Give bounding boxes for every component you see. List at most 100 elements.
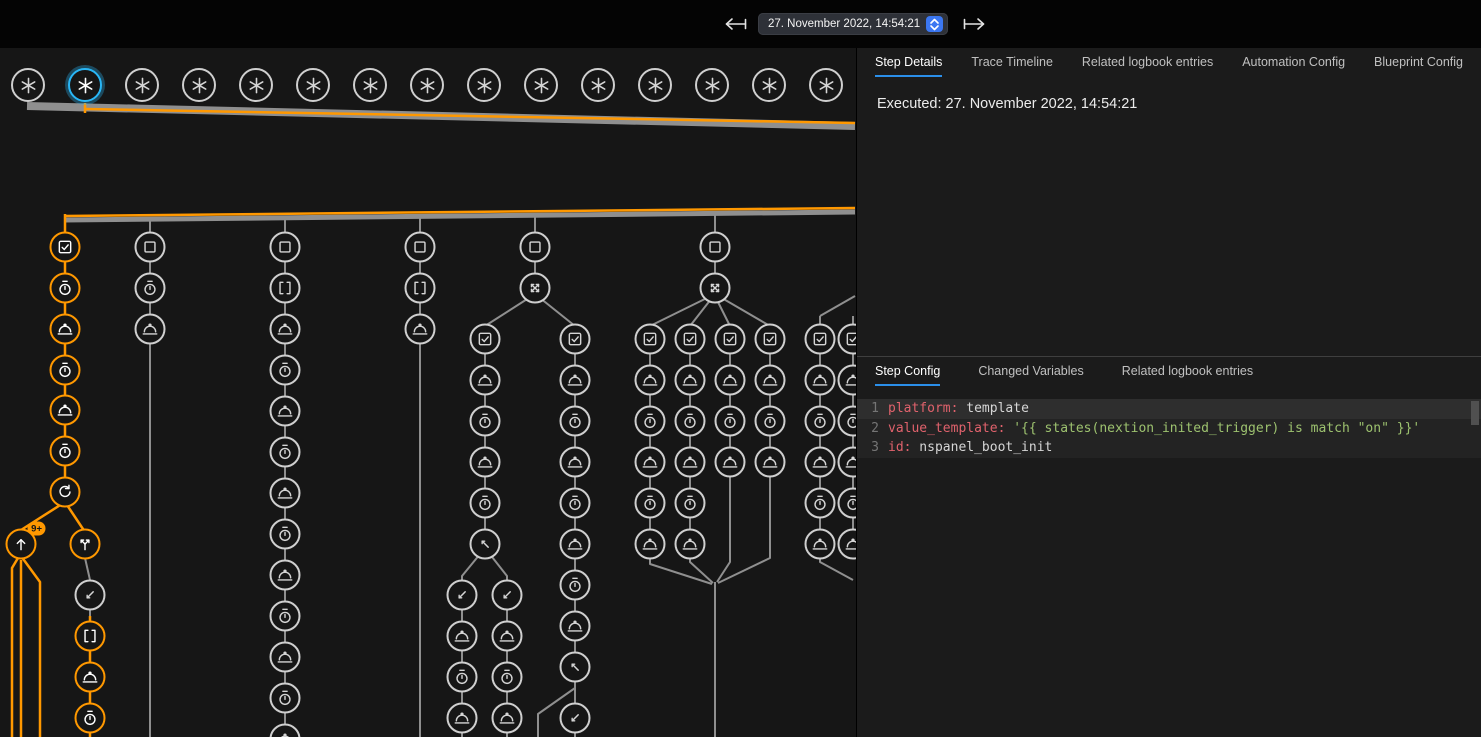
trigger-asterisk-node[interactable] [68,68,102,102]
service-node[interactable] [560,611,591,642]
checkbox-node[interactable] [805,324,836,355]
parallel-node[interactable] [520,273,551,304]
brackets-node[interactable] [75,621,106,652]
tab-trace-timeline[interactable]: Trace Timeline [971,48,1053,77]
square-node[interactable] [700,232,731,263]
service-node[interactable] [470,447,501,478]
service-node[interactable] [715,447,746,478]
arrow-ul-node[interactable] [560,652,591,683]
trigger-asterisk-node[interactable] [239,68,273,102]
timer-node[interactable] [270,437,301,468]
service-node[interactable] [560,447,591,478]
scrollbar-thumb[interactable] [1471,401,1479,425]
timer-node[interactable] [470,488,501,519]
timer-node[interactable] [635,406,666,437]
call-split-node[interactable] [70,529,101,560]
service-node[interactable] [270,560,301,591]
service-node[interactable] [560,529,591,560]
trigger-asterisk-node[interactable] [695,68,729,102]
arrow-dl-node[interactable] [75,580,106,611]
trigger-asterisk-node[interactable] [581,68,615,102]
arrow-dl-node[interactable] [560,703,591,734]
timer-node[interactable] [755,406,786,437]
service-node[interactable] [447,621,478,652]
service-node[interactable] [50,395,81,426]
run-selector[interactable]: 27. November 2022, 14:54:21 [758,13,948,35]
refresh-node[interactable] [50,477,81,508]
tab-blueprint-config[interactable]: Blueprint Config [1374,48,1463,77]
service-node[interactable] [635,447,666,478]
service-node[interactable] [75,662,106,693]
timer-node[interactable] [447,662,478,693]
timer-node[interactable] [50,436,81,467]
square-node[interactable] [270,232,301,263]
service-node[interactable] [492,703,523,734]
brackets-node[interactable] [270,273,301,304]
service-node[interactable] [470,365,501,396]
timer-node[interactable] [75,703,106,734]
brackets-node[interactable] [405,273,436,304]
timer-node[interactable] [805,488,836,519]
service-node[interactable] [270,642,301,673]
trigger-asterisk-node[interactable] [638,68,672,102]
square-node[interactable] [135,232,166,263]
checkbox-node[interactable] [470,324,501,355]
arrow-up-node[interactable]: 9+ [6,529,37,560]
timer-node[interactable] [135,273,166,304]
tab-step-details[interactable]: Step Details [875,48,942,77]
timer-node[interactable] [270,355,301,386]
parallel-node[interactable] [700,273,731,304]
service-node[interactable] [675,529,706,560]
timer-node[interactable] [635,488,666,519]
service-node[interactable] [135,314,166,345]
tab-related-logbook-entries[interactable]: Related logbook entries [1082,48,1213,77]
trigger-asterisk-node[interactable] [182,68,216,102]
timer-node[interactable] [560,488,591,519]
trigger-asterisk-node[interactable] [353,68,387,102]
arrow-dl-node[interactable] [492,580,523,611]
arrow-ul-node[interactable] [470,529,501,560]
timer-node[interactable] [50,355,81,386]
checkbox-node[interactable] [635,324,666,355]
tab-related-logbook-entries[interactable]: Related logbook entries [1122,357,1253,386]
timer-node[interactable] [560,406,591,437]
next-run-button[interactable] [961,17,987,36]
square-node[interactable] [520,232,551,263]
service-node[interactable] [635,365,666,396]
checkbox-node[interactable] [675,324,706,355]
trace-graph-canvas[interactable]: 9+ [0,0,856,737]
service-node[interactable] [675,365,706,396]
service-node[interactable] [447,703,478,734]
timer-node[interactable] [675,488,706,519]
service-node[interactable] [755,365,786,396]
service-node[interactable] [805,365,836,396]
tab-step-config[interactable]: Step Config [875,357,940,386]
trigger-asterisk-node[interactable] [11,68,45,102]
service-node[interactable] [405,314,436,345]
timer-node[interactable] [675,406,706,437]
checkbox-node[interactable] [50,232,81,263]
trigger-asterisk-node[interactable] [809,68,843,102]
trigger-asterisk-node[interactable] [296,68,330,102]
service-node[interactable] [675,447,706,478]
arrow-dl-node[interactable] [447,580,478,611]
timer-node[interactable] [270,601,301,632]
trigger-asterisk-node[interactable] [410,68,444,102]
square-node[interactable] [405,232,436,263]
service-node[interactable] [805,529,836,560]
checkbox-node[interactable] [755,324,786,355]
checkbox-node[interactable] [715,324,746,355]
service-node[interactable] [492,621,523,652]
checkbox-node[interactable] [560,324,591,355]
timer-node[interactable] [560,570,591,601]
tab-changed-variables[interactable]: Changed Variables [978,357,1083,386]
previous-run-button[interactable] [723,17,749,36]
timer-node[interactable] [270,519,301,550]
timer-node[interactable] [470,406,501,437]
service-node[interactable] [560,365,591,396]
timer-node[interactable] [492,662,523,693]
timer-node[interactable] [715,406,746,437]
service-node[interactable] [635,529,666,560]
service-node[interactable] [50,314,81,345]
trigger-asterisk-node[interactable] [467,68,501,102]
